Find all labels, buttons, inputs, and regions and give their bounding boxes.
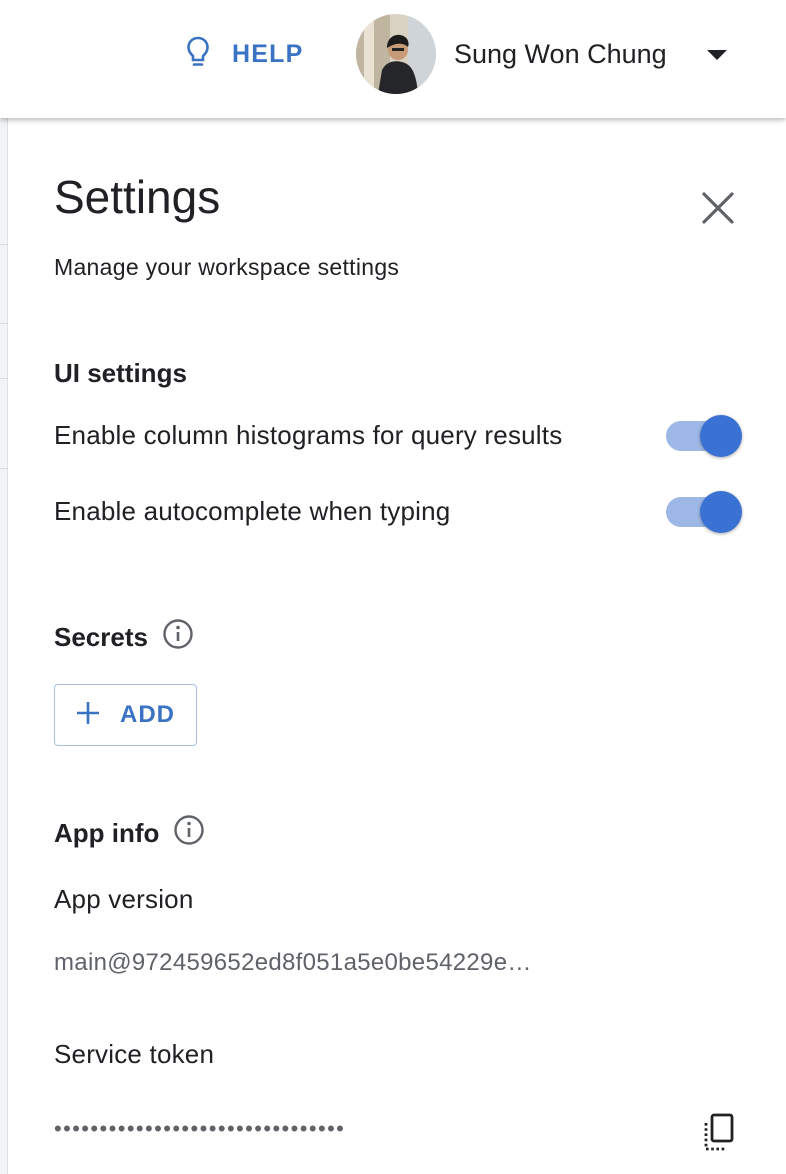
autocomplete-setting-label: Enable autocomplete when typing [54,496,451,526]
histogram-toggle[interactable] [666,414,742,458]
user-name: Sung Won Chung [454,38,667,69]
close-button[interactable] [698,188,738,228]
divider [0,244,8,245]
user-menu[interactable]: Sung Won Chung [356,14,727,94]
caret-down-icon [706,48,728,67]
help-button[interactable]: HELP [186,34,303,74]
lightbulb-icon [186,35,210,74]
app-version-value: main@972459652ed8f051a5e0be54229e… [54,949,532,976]
plus-icon [76,701,100,730]
divider [0,323,8,324]
avatar [356,14,436,94]
autocomplete-toggle[interactable] [666,490,742,534]
close-icon [698,192,738,232]
divider [0,378,8,379]
secrets-heading: Secrets [54,618,194,657]
info-icon[interactable] [162,618,194,657]
add-label: ADD [120,701,175,728]
settings-panel: Settings Manage your workspace settings … [8,118,786,1174]
help-label: HELP [232,39,304,68]
background-page-edge [0,118,8,1174]
copy-token-button[interactable] [698,1111,742,1155]
ui-settings-heading: UI settings [54,358,187,389]
toggle-knob [700,491,742,533]
section-title: UI settings [54,358,187,388]
page-subtitle: Manage your workspace settings [54,254,400,280]
copy-icon [698,1113,742,1159]
service-token-label: Service token [54,1039,215,1069]
section-title: App info [54,818,160,848]
service-token-value: •••••••••••••••••••••••••••••••• [54,1116,346,1141]
page-title: Settings [54,171,221,223]
app-info-heading: App info [54,814,205,853]
app-version-label: App version [54,884,194,914]
add-secret-button[interactable]: ADD [54,684,197,746]
info-icon[interactable] [173,814,205,853]
section-title: Secrets [54,622,148,652]
top-bar: HELP Sung Won Chung [0,0,786,118]
toggle-knob [700,415,742,457]
histogram-setting-label: Enable column histograms for query resul… [54,420,563,450]
divider [0,468,8,469]
